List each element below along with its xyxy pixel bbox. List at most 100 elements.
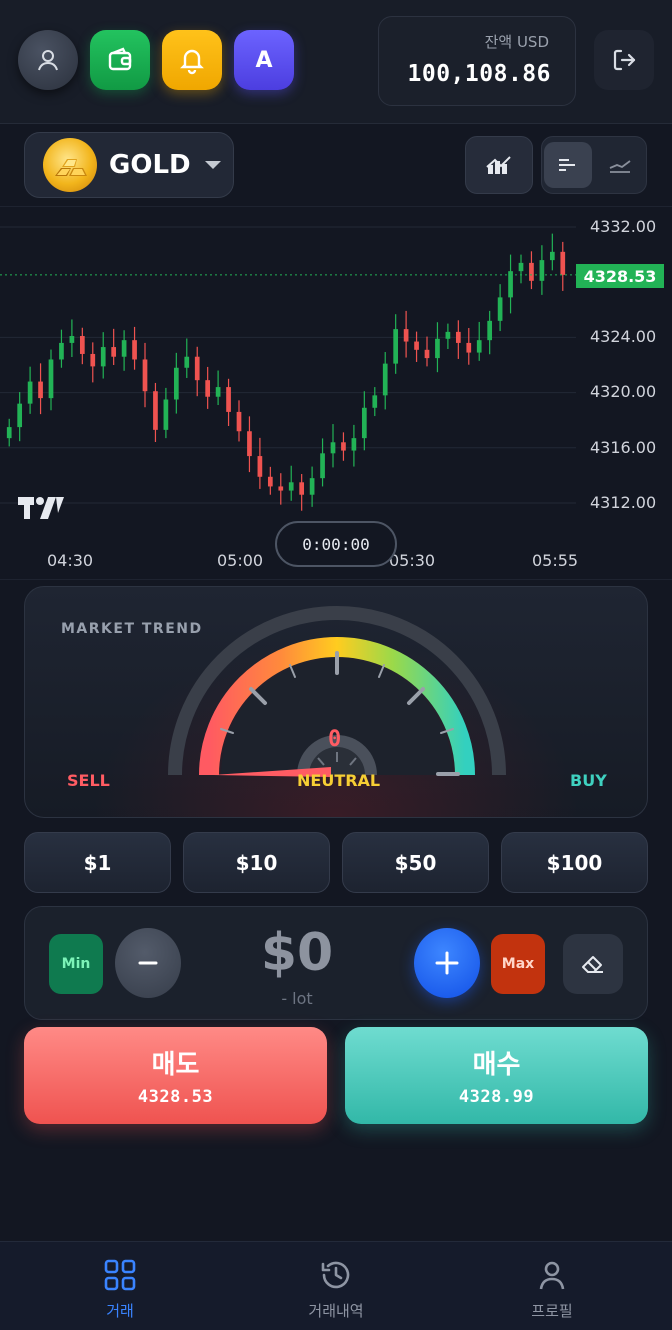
candle-body [278,486,284,491]
candle-body [361,407,367,439]
logout-button[interactable] [594,30,654,90]
balance-panel: 잔액 USD 100,108.86 [378,16,576,106]
chart-type-toggle [541,136,647,194]
nav-label-profile: 프로필 [531,1302,573,1320]
balance-label: 잔액 USD [484,33,549,51]
x-axis-label: 04:30 [47,551,94,570]
minus-icon [138,961,158,965]
wallet-button[interactable] [90,30,150,90]
candle-body [132,340,137,360]
increase-button[interactable] [414,928,480,998]
candle-body [529,262,534,281]
nav-label-history: 거래내역 [308,1302,364,1320]
decrease-button[interactable] [115,928,181,998]
chart-type-candles[interactable] [544,142,592,188]
amount-value: $0 [260,923,334,983]
candle-body [341,442,346,451]
candle-body [299,482,305,495]
candle-body [288,482,294,491]
grid-icon [104,1259,136,1291]
sell-price: 4328.53 [137,1087,214,1107]
trend-value: 0 [328,727,342,752]
amount-button-10[interactable]: $10 [183,832,330,893]
indicators-button[interactable] [465,136,533,194]
candle-body [476,340,482,353]
symbol-selector[interactable]: GOLD [24,132,234,198]
x-axis-label: 05:55 [532,551,579,570]
current-price-tag: 4328.53 [576,264,664,288]
chevron-down-icon [204,161,221,169]
symbol-name: GOLD [109,150,191,180]
candle-body [17,403,23,428]
market-trend-card: MARKET TREND 0 SELL NEUTRAL BUY [24,586,648,818]
amount-button-1[interactable]: $1 [24,832,171,893]
candle-body [184,356,190,368]
align-left-icon [559,159,575,171]
line-chart-icon [609,160,631,173]
wallet-icon [108,47,132,71]
candle-body [194,356,200,381]
candle-body [142,359,148,392]
candle-body [435,338,440,359]
nav-item-trade[interactable]: 거래 [8,1242,232,1330]
candle-body [153,391,158,430]
avatar-letter: A [255,47,273,73]
nav-item-profile[interactable]: 프로필 [440,1242,664,1330]
candle-body [257,456,263,477]
candle-body [330,442,336,454]
buy-button[interactable]: 매수 4328.99 [345,1027,648,1124]
candle-body [466,342,472,353]
indicator-chart-icon [486,156,511,174]
amount-button-100[interactable]: $100 [501,832,648,893]
y-axis-label: 4320.00 [590,382,657,401]
candle-body [100,347,106,367]
candle-body [111,347,117,357]
candle-body [382,363,388,396]
candle-body [393,329,399,364]
candle-body [351,438,357,451]
candle-body [372,395,378,408]
eraser-icon [582,956,603,973]
trend-sell-label: SELL [67,771,110,790]
clear-button[interactable] [563,934,623,994]
tradingview-logo [18,497,64,525]
user-icon [539,1261,565,1290]
candle-body [69,336,75,343]
history-icon [321,1261,350,1289]
candle-body [121,340,127,357]
min-button[interactable]: Min [49,934,103,994]
candle-body [518,262,524,272]
price-chart[interactable]: 4332.00 4324.00 4320.00 4316.00 4312.00 … [0,206,672,580]
max-button[interactable]: Max [491,934,545,994]
symbol-bar: GOLD [0,125,672,205]
y-axis-label: 4312.00 [590,493,657,512]
notification-button[interactable] [162,30,222,90]
amount-stepper: Min $0 - lot Max [24,906,648,1020]
nav-item-history[interactable]: 거래내역 [224,1242,448,1330]
candle-body [320,453,325,479]
logout-icon [613,49,636,71]
account-avatar-button[interactable]: A [234,30,294,90]
candle-body [309,478,315,495]
buy-label: 매수 [472,1050,521,1080]
chart-type-line[interactable] [596,142,644,188]
candle-body [424,349,430,359]
candle-body [48,359,54,399]
bell-icon [180,49,204,75]
candle-body [163,399,169,430]
candle-body [215,387,221,397]
top-header: A 잔액 USD 100,108.86 [0,0,672,124]
sell-button[interactable]: 매도 4328.53 [24,1027,327,1124]
x-axis-label: 05:00 [217,551,264,570]
candle-body [267,476,273,487]
sell-label: 매도 [151,1050,200,1080]
candle-body [59,342,64,360]
amount-button-50[interactable]: $50 [342,832,489,893]
candle-body [247,431,252,457]
candle-body [90,353,96,367]
balance-value: 100,108.86 [407,61,551,87]
candle-body [173,367,179,400]
candle-body [205,380,211,397]
bottom-navigation: 거래 거래내역 프로필 [0,1241,672,1330]
profile-button[interactable] [18,30,78,90]
